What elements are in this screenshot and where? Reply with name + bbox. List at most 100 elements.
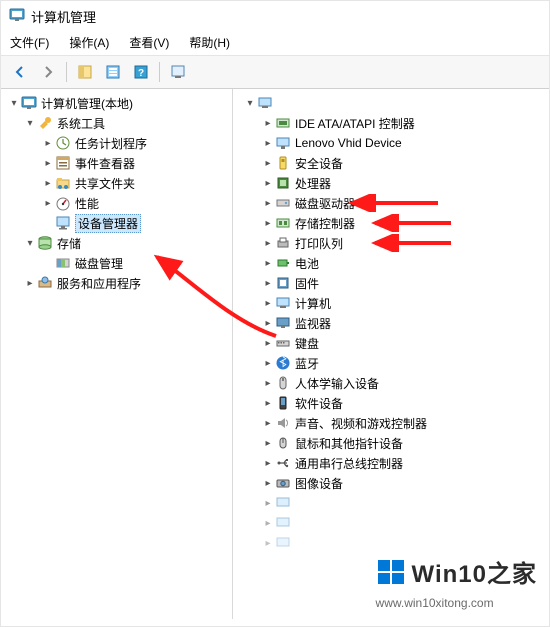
expand-icon[interactable]: ▸ (261, 438, 275, 449)
node-computer[interactable]: ▸ 计算机 (233, 293, 549, 313)
expand-icon[interactable]: ▸ (261, 158, 275, 169)
refresh-button[interactable] (165, 60, 191, 84)
expand-icon[interactable]: ▸ (261, 178, 275, 189)
expand-icon[interactable]: ▸ (261, 218, 275, 229)
node-ide-ata-atapi-controllers[interactable]: ▸ IDE ATA/ATAPI 控制器 (233, 113, 549, 133)
node-cutoff-3[interactable]: ▸ (233, 533, 549, 553)
node-label: 事件查看器 (75, 155, 135, 172)
expand-icon[interactable]: ▸ (261, 538, 275, 549)
menu-action[interactable]: 操作(A) (66, 32, 112, 53)
node-services-apps[interactable]: ▸ 服务和应用程序 (1, 273, 232, 293)
node-event-viewer[interactable]: ▸ 事件查看器 (1, 153, 232, 173)
node-label: 图像设备 (295, 475, 343, 492)
node-computer-management-root[interactable]: ▾ 计算机管理(本地) (1, 93, 232, 113)
node-usb-controllers[interactable]: ▸ 通用串行总线控制器 (233, 453, 549, 473)
collapse-icon[interactable]: ▾ (23, 238, 37, 249)
expand-icon[interactable]: ▸ (261, 238, 275, 249)
menu-file[interactable]: 文件(F) (7, 32, 52, 53)
node-label: 安全设备 (295, 155, 343, 172)
node-monitors[interactable]: ▸ 监视器 (233, 313, 549, 333)
menu-view[interactable]: 查看(V) (126, 32, 172, 53)
properties-button[interactable] (100, 60, 126, 84)
left-tree[interactable]: ▾ 计算机管理(本地) ▾ 系统工具 ▸ 任务计划程序 ▸ 事件查 (1, 89, 233, 619)
node-label: 蓝牙 (295, 355, 319, 372)
node-batteries[interactable]: ▸ 电池 (233, 253, 549, 273)
collapse-icon[interactable]: ▾ (7, 98, 21, 109)
node-sound-video-game-controllers[interactable]: ▸ 声音、视频和游戏控制器 (233, 413, 549, 433)
expand-icon[interactable]: ▸ (261, 418, 275, 429)
expand-icon[interactable]: ▸ (41, 198, 55, 209)
expand-icon[interactable]: ▸ (261, 318, 275, 329)
collapse-icon[interactable]: ▾ (23, 118, 37, 129)
node-computer-root[interactable]: ▾ (233, 93, 549, 113)
collapse-icon[interactable]: ▾ (243, 98, 257, 109)
ide-controller-icon (275, 115, 291, 131)
node-device-manager[interactable]: 设备管理器 (1, 213, 232, 233)
toolbar-separator-2 (159, 62, 160, 82)
expand-icon[interactable]: ▸ (261, 118, 275, 129)
expand-icon[interactable]: ▸ (261, 498, 275, 509)
node-label: 服务和应用程序 (57, 275, 141, 292)
node-disk-management[interactable]: 磁盘管理 (1, 253, 232, 273)
app-icon (9, 7, 25, 26)
node-disk-drives[interactable]: ▸ 磁盘驱动器 (233, 193, 549, 213)
performance-icon (55, 195, 71, 211)
help-button[interactable]: ? (128, 60, 154, 84)
battery-icon (275, 255, 291, 271)
node-human-interface-devices[interactable]: ▸ 人体学输入设备 (233, 373, 549, 393)
expand-icon[interactable]: ▸ (41, 178, 55, 189)
node-imaging-devices[interactable]: ▸ 图像设备 (233, 473, 549, 493)
node-task-scheduler[interactable]: ▸ 任务计划程序 (1, 133, 232, 153)
node-label: 鼠标和其他指针设备 (295, 435, 403, 452)
show-hide-tree-button[interactable] (72, 60, 98, 84)
node-cutoff-2[interactable]: ▸ (233, 513, 549, 533)
right-tree[interactable]: ▾ ▸ IDE ATA/ATAPI 控制器 ▸ Lenovo Vhid Devi… (233, 89, 549, 619)
node-storage[interactable]: ▾ 存储 (1, 233, 232, 253)
expand-icon[interactable]: ▸ (261, 378, 275, 389)
window-title: 计算机管理 (31, 7, 96, 26)
forward-button[interactable] (35, 60, 61, 84)
expand-icon[interactable]: ▸ (261, 258, 275, 269)
node-print-queues[interactable]: ▸ 打印队列 (233, 233, 549, 253)
expand-icon[interactable]: ▸ (261, 198, 275, 209)
expand-icon[interactable]: ▸ (261, 138, 275, 149)
expand-icon[interactable]: ▸ (261, 358, 275, 369)
storage-icon (37, 235, 53, 251)
expand-icon[interactable]: ▸ (261, 478, 275, 489)
node-bluetooth[interactable]: ▸ 蓝牙 (233, 353, 549, 373)
node-processors[interactable]: ▸ 处理器 (233, 173, 549, 193)
node-software-devices[interactable]: ▸ 软件设备 (233, 393, 549, 413)
toolbar: ? (1, 55, 549, 89)
menu-help[interactable]: 帮助(H) (186, 32, 233, 53)
expand-icon[interactable]: ▸ (261, 338, 275, 349)
expand-icon[interactable]: ▸ (261, 298, 275, 309)
node-keyboards[interactable]: ▸ 键盘 (233, 333, 549, 353)
expand-icon[interactable]: ▸ (261, 518, 275, 529)
node-lenovo-vhid-device[interactable]: ▸ Lenovo Vhid Device (233, 133, 549, 153)
expand-icon[interactable]: ▸ (41, 158, 55, 169)
node-performance[interactable]: ▸ 性能 (1, 193, 232, 213)
node-cutoff-1[interactable]: ▸ (233, 493, 549, 513)
node-label: 打印队列 (295, 235, 343, 252)
expand-icon[interactable]: ▸ (261, 398, 275, 409)
expand-icon[interactable]: ▸ (261, 278, 275, 289)
expand-icon[interactable]: ▸ (261, 458, 275, 469)
expand-icon[interactable]: ▸ (23, 278, 37, 289)
expand-icon[interactable]: ▸ (41, 138, 55, 149)
node-security-devices[interactable]: ▸ 安全设备 (233, 153, 549, 173)
toolbar-separator (66, 62, 67, 82)
usb-icon (275, 455, 291, 471)
back-button[interactable] (7, 60, 33, 84)
node-label: 任务计划程序 (75, 135, 147, 152)
processor-icon (275, 175, 291, 191)
node-system-tools[interactable]: ▾ 系统工具 (1, 113, 232, 133)
node-label: 磁盘驱动器 (295, 195, 355, 212)
node-shared-folders[interactable]: ▸ 共享文件夹 (1, 173, 232, 193)
node-firmware[interactable]: ▸ 固件 (233, 273, 549, 293)
node-label: 声音、视频和游戏控制器 (295, 415, 427, 432)
node-label: 共享文件夹 (75, 175, 135, 192)
node-label: 性能 (75, 195, 99, 212)
node-storage-controllers[interactable]: ▸ 存储控制器 (233, 213, 549, 233)
node-mice-pointing-devices[interactable]: ▸ 鼠标和其他指针设备 (233, 433, 549, 453)
node-label: 电池 (295, 255, 319, 272)
